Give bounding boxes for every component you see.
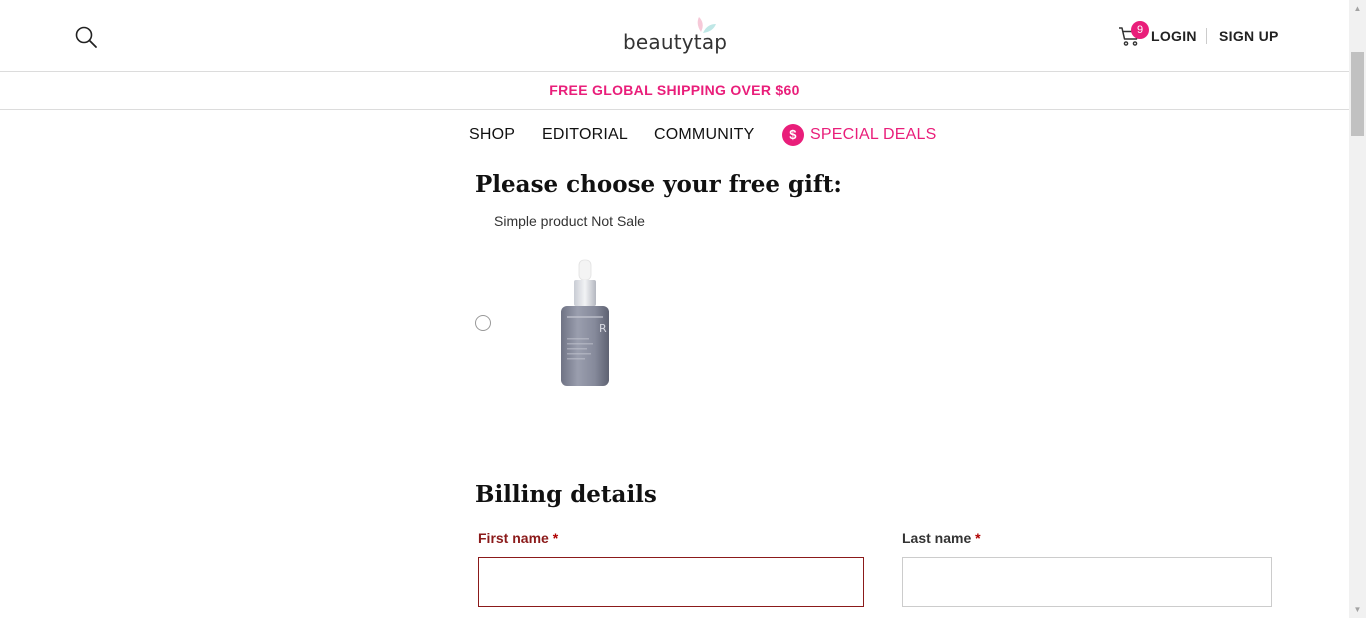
last-name-label-text: Last name — [902, 530, 972, 546]
svg-text:R: R — [599, 322, 607, 335]
site-header: beautytap 9 LOGIN SIGN UP — [0, 0, 1349, 72]
header-divider — [1206, 28, 1207, 44]
page-scrollbar[interactable]: ▲ ▼ — [1349, 0, 1366, 618]
billing-details-heading: Billing details — [475, 481, 657, 508]
first-name-input[interactable] — [478, 557, 864, 607]
required-asterisk: * — [552, 530, 559, 546]
scroll-up-arrow-icon[interactable]: ▲ — [1349, 0, 1366, 17]
beautytap-logo[interactable]: beautytap — [623, 16, 733, 56]
scroll-down-arrow-icon[interactable]: ▼ — [1349, 601, 1366, 618]
first-name-label: First name * — [478, 530, 558, 546]
last-name-input[interactable] — [902, 557, 1272, 607]
signup-link[interactable]: SIGN UP — [1219, 28, 1279, 44]
nav-item-label: SPECIAL DEALS — [810, 126, 937, 143]
first-name-label-text: First name — [478, 530, 549, 546]
cart-count-badge: 9 — [1131, 21, 1149, 39]
search-icon[interactable] — [74, 25, 98, 49]
last-name-label: Last name * — [902, 530, 981, 546]
logo-text: beautytap — [623, 30, 728, 54]
nav-item-community[interactable]: COMMUNITY — [654, 126, 754, 144]
login-link[interactable]: LOGIN — [1151, 28, 1197, 44]
required-asterisk: * — [975, 530, 981, 546]
nav-item-shop[interactable]: SHOP — [469, 126, 515, 144]
nav-item-editorial[interactable]: EDITORIAL — [542, 126, 628, 144]
gift-radio-button[interactable] — [475, 315, 491, 331]
nav-item-special-deals[interactable]: $ SPECIAL DEALS — [782, 124, 937, 146]
gift-product-image: R — [561, 259, 609, 386]
promo-banner[interactable]: FREE GLOBAL SHIPPING OVER $60 — [0, 72, 1349, 110]
dollar-icon: $ — [782, 124, 804, 146]
gift-product-name: Simple product Not Sale — [494, 213, 645, 229]
free-gift-heading: Please choose your free gift: — [475, 171, 842, 198]
main-nav: SHOP EDITORIAL COMMUNITY $ SPECIAL DEALS — [0, 124, 1349, 148]
scrollbar-thumb[interactable] — [1351, 52, 1364, 136]
